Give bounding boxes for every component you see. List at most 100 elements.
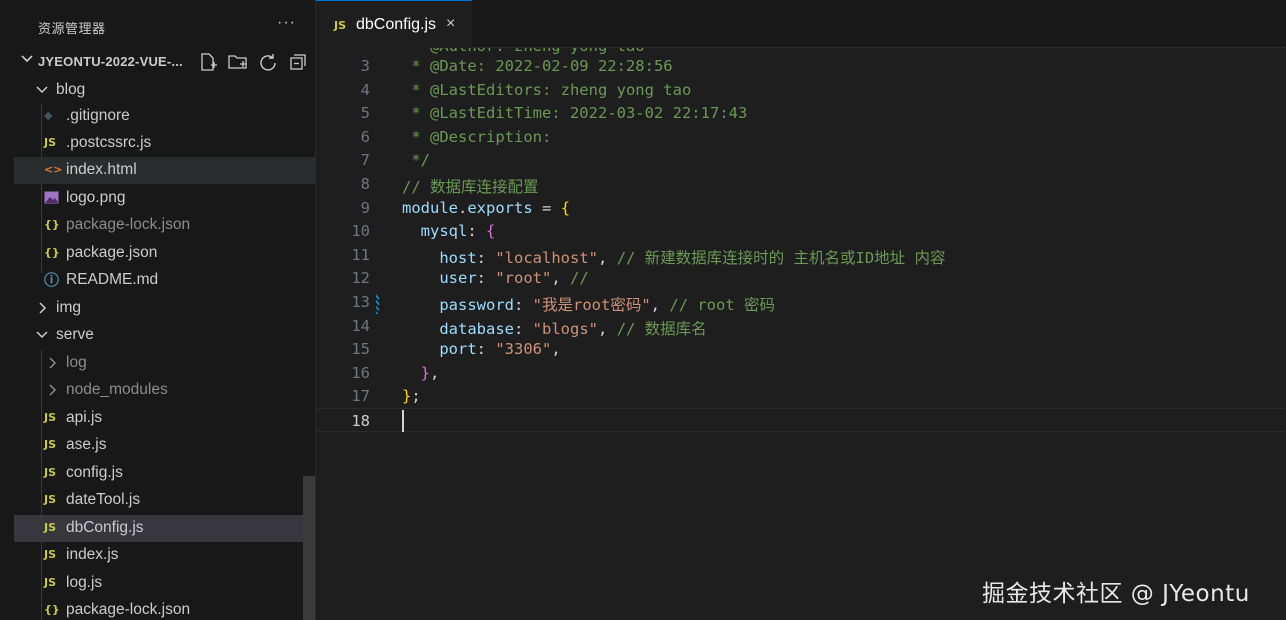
tree-label: node_modules: [66, 381, 168, 398]
code-text: password: "我是root密码", // root 密码: [439, 296, 776, 314]
tree-file-logo[interactable]: logo.png: [14, 185, 315, 212]
line-number: 3: [360, 57, 370, 75]
code-text: host: "localhost", // 新建数据库连接时的 主机名或ID地址…: [439, 248, 946, 267]
html-file-icon: <>: [44, 163, 63, 176]
close-icon[interactable]: ×: [446, 15, 455, 33]
project-root-row[interactable]: JYEONTU-2022-VUE-...: [0, 48, 315, 76]
tree-file-package-json[interactable]: {} package.json: [14, 240, 315, 267]
tree-label: ase.js: [66, 436, 107, 453]
tree-folder-img[interactable]: img: [14, 295, 315, 322]
code-line[interactable]: 10 mysql: {: [316, 219, 1286, 243]
code-line[interactable]: 9 module.exports = {: [316, 196, 1286, 220]
tree-label: package.json: [66, 244, 158, 261]
text-cursor: [402, 410, 404, 432]
tree-label: dateTool.js: [66, 491, 141, 508]
chevron-right-icon: [49, 357, 57, 369]
tree-file-package-lock-json[interactable]: {} package-lock.json: [14, 597, 315, 620]
line-number: 15: [351, 340, 370, 359]
tree-label: blog: [56, 81, 86, 98]
tree-file-ase-js[interactable]: JS ase.js: [14, 432, 315, 459]
code-line[interactable]: 8 // 数据库连接配置: [316, 172, 1286, 196]
js-file-icon: JS: [44, 521, 57, 534]
tree-label: index.html: [66, 161, 137, 178]
tree-file-postcssrc[interactable]: JS .postcssrc.js: [14, 130, 315, 157]
tree-file-datetool-js[interactable]: JS dateTool.js: [14, 487, 315, 514]
tree-folder-blog[interactable]: blog: [14, 77, 315, 104]
line-number: 4: [360, 80, 370, 99]
js-file-icon: JS: [44, 438, 57, 451]
tree-file-api-js[interactable]: JS api.js: [14, 405, 315, 432]
tree-file-package-lock[interactable]: {} package-lock.json: [14, 212, 315, 239]
explorer-sidebar: 资源管理器 ··· JYEONTU-2022-VUE-... blog ◆ .g…: [0, 0, 316, 620]
tree-label: api.js: [66, 409, 103, 426]
tree-label: README.md: [66, 271, 159, 288]
code-line[interactable]: 12 user: "root", //: [316, 266, 1286, 290]
code-text: */: [402, 151, 430, 170]
line-number: 18: [351, 412, 370, 430]
tree-file-dbconfig-js[interactable]: JS dbConfig.js: [14, 515, 315, 542]
more-actions-icon[interactable]: ···: [277, 14, 296, 32]
tree-label: dbConfig.js: [66, 519, 144, 536]
explorer-header: 资源管理器 ···: [0, 0, 315, 54]
code-line[interactable]: 6 * @Description:: [316, 125, 1286, 149]
new-folder-icon[interactable]: [228, 52, 248, 72]
code-text: * @LastEditTime: 2022-03-02 22:17:43: [402, 104, 748, 123]
project-name: JYEONTU-2022-VUE-...: [38, 54, 183, 69]
tree-file-gitignore[interactable]: ◆ .gitignore: [14, 103, 315, 130]
tree-file-readme[interactable]: ⓘ README.md: [14, 267, 315, 294]
code-line[interactable]: 3 * @Date: 2022-02-09 22:28:56: [316, 54, 1286, 78]
line-number: 10: [351, 222, 370, 241]
line-number: 9: [360, 198, 370, 217]
code-line[interactable]: 15 port: "3306",: [316, 337, 1286, 361]
code-line[interactable]: 18: [316, 408, 1286, 432]
refresh-icon[interactable]: [258, 52, 278, 72]
tree-folder-log[interactable]: log: [14, 350, 315, 377]
code-text: module.exports = {: [402, 198, 571, 217]
info-file-icon: ⓘ: [44, 271, 60, 289]
json-file-icon: {}: [44, 218, 60, 231]
code-text: };: [402, 387, 421, 406]
tree-label: index.js: [66, 546, 119, 563]
tab-dbconfig-js[interactable]: JS dbConfig.js ×: [316, 0, 472, 49]
code-text: * @Date: 2022-02-09 22:28:56: [402, 57, 673, 75]
line-number: 6: [360, 127, 370, 146]
line-number: 14: [351, 316, 370, 335]
code-line[interactable]: 13 password: "我是root密码", // root 密码: [316, 290, 1286, 314]
code-line[interactable]: 7 */: [316, 148, 1286, 172]
tree-file-index-js[interactable]: JS index.js: [14, 542, 315, 569]
line-number: 11: [351, 245, 370, 264]
code-line[interactable]: 4 * @LastEditors: zheng yong tao: [316, 78, 1286, 102]
tree-label: package-lock.json: [66, 601, 191, 618]
tree-label: package-lock.json: [66, 216, 191, 233]
js-file-icon: JS: [44, 466, 57, 479]
collapse-all-icon[interactable]: [288, 52, 308, 72]
code-text: port: "3306",: [439, 340, 561, 359]
code-line[interactable]: 17};: [316, 384, 1286, 408]
tree-file-index-html[interactable]: <> index.html: [14, 157, 315, 184]
modified-line-indicator: [376, 294, 379, 314]
chevron-right-icon: [39, 302, 47, 314]
json-file-icon: {}: [44, 603, 60, 616]
tree-file-config-js[interactable]: JS config.js: [14, 460, 315, 487]
tree-folder-serve[interactable]: serve: [14, 322, 315, 349]
chevron-down-icon: [21, 55, 33, 63]
chevron-right-icon: [49, 384, 57, 396]
tree-file-log-js[interactable]: JS log.js: [14, 570, 315, 597]
new-file-icon[interactable]: [198, 52, 218, 72]
code-editor[interactable]: * @Author: zheng yong tao 3 * @Date: 202…: [316, 48, 1286, 620]
code-text: * @Description:: [402, 127, 552, 146]
code-line[interactable]: 11 host: "localhost", // 新建数据库连接时的 主机名或I…: [316, 243, 1286, 267]
code-line[interactable]: 16 },: [316, 361, 1286, 385]
js-file-icon: JS: [44, 136, 57, 149]
tree-folder-node-modules[interactable]: node_modules: [14, 377, 315, 404]
code-text: user: "root", //: [439, 269, 589, 288]
code-line[interactable]: 5 * @LastEditTime: 2022-03-02 22:17:43: [316, 101, 1286, 125]
tree-label: logo.png: [66, 189, 126, 206]
tree-label: img: [56, 299, 81, 316]
line-number: 13: [351, 293, 370, 311]
tree-label: serve: [56, 326, 94, 343]
code-line[interactable]: 14 database: "blogs", // 数据库名: [316, 314, 1286, 338]
sidebar-scrollbar[interactable]: [303, 476, 315, 620]
tab-label: dbConfig.js: [356, 16, 437, 33]
tree-label: .gitignore: [66, 107, 130, 124]
